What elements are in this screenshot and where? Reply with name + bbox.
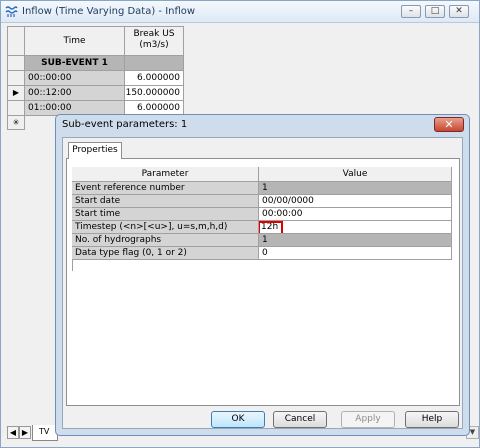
apply-button[interactable]: Apply [341,411,395,428]
param-name-start-time: Start time [72,208,259,221]
properties-panel: Parameter Value Event reference number 1… [66,158,460,406]
param-name-data-type-flag: Data type flag (0, 1 or 2) [72,247,259,260]
help-button[interactable]: Help [405,411,459,428]
ok-button[interactable]: OK [211,411,265,428]
sheet-next-icon[interactable]: ▶ [19,426,31,439]
subevent-header-fill [125,56,184,71]
param-value-hydrographs: 1 [259,234,452,247]
minimize-button[interactable]: – [401,5,421,18]
column-header-value[interactable]: Value [259,167,452,182]
dialog-client-area: Properties Parameter Value Event referen… [62,137,463,429]
row-selector[interactable] [8,56,25,71]
close-button[interactable]: ✕ [449,5,469,18]
timestep-highlight-box[interactable]: 12h [259,221,283,233]
value-cell[interactable]: 6.000000 [125,71,184,86]
param-name-hydrographs: No. of hydrographs [72,234,259,247]
title-bar: Inflow (Time Varying Data) - Inflow – □ … [1,1,479,23]
param-value-event-ref: 1 [259,182,452,195]
time-cell[interactable]: 00::12:00 [25,86,125,101]
current-row-indicator-icon[interactable]: ▶ [8,86,25,101]
param-value-timestep[interactable]: 12h [259,221,452,234]
param-name-timestep: Timestep (<n>[<u>], u=s,m,h,d) [72,221,259,234]
param-value-data-type-flag[interactable]: 0 [259,247,452,260]
param-value-start-date[interactable]: 00/00/0000 [259,195,452,208]
dialog-close-button[interactable]: ✕ [434,117,464,132]
subevent-header[interactable]: SUB-EVENT 1 [25,56,125,71]
window-title: Inflow (Time Varying Data) - Inflow [22,6,196,17]
cancel-button[interactable]: Cancel [273,411,327,428]
dialog-title: Sub-event parameters: 1 [62,119,188,130]
value-cell[interactable]: 150.000000 [125,86,184,101]
sheet-prev-icon[interactable]: ◀ [7,426,19,439]
param-name-event-ref: Event reference number [72,182,259,195]
app-icon [5,6,18,17]
param-value-start-time[interactable]: 00:00:00 [259,208,452,221]
new-row-icon[interactable]: ✳ [8,116,25,130]
row-selector[interactable] [8,71,25,86]
grid-corner-cell[interactable] [8,27,25,56]
column-header-time[interactable]: Time [25,27,125,56]
param-name-start-date: Start date [72,195,259,208]
maximize-button[interactable]: □ [425,5,445,18]
time-cell[interactable]: 00::00:00 [25,71,125,86]
subevent-dialog: Sub-event parameters: 1 ✕ Properties Par… [55,114,470,436]
column-header-parameter[interactable]: Parameter [72,167,259,182]
tab-properties[interactable]: Properties [68,142,122,159]
column-header-value[interactable]: Break US (m3/s) [125,27,184,56]
row-selector[interactable] [8,101,25,116]
